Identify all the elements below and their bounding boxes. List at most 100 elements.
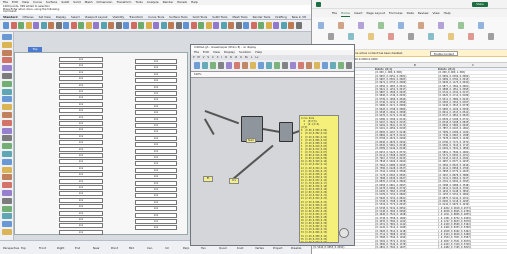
toolbar-tool-icon[interactable] [243, 22, 249, 29]
viewport-object-right[interactable]: xxx [135, 148, 177, 154]
status-item[interactable]: End [75, 246, 80, 250]
gh-component-icon[interactable] [282, 62, 288, 69]
sidebar-tool-icon[interactable] [2, 135, 12, 142]
rhino-tab[interactable]: Display [56, 15, 66, 19]
status-item[interactable]: Int [165, 246, 169, 250]
table-cell[interactable]: {0.5444,0.6653,0.0491} [313, 246, 374, 249]
viewport-object-left[interactable]: xxx [59, 76, 103, 82]
ribbon-command-icon[interactable] [428, 33, 434, 40]
viewport-object-left[interactable]: xxx [59, 57, 103, 62]
viewport-object-right[interactable]: xxx [135, 174, 177, 180]
sidebar-tool-icon[interactable] [2, 119, 12, 126]
viewport-object-right[interactable]: xxx [135, 59, 177, 64]
viewport-object-left[interactable]: xxx [59, 159, 103, 165]
rhino-command-history[interactable]: 1000 points, 999 added to selection Pres… [0, 5, 318, 14]
viewport-object-right[interactable]: xxx [135, 71, 177, 77]
gh-panel-output[interactable]: Curve Data 0 {0;0;0} 1 {0.1;0.0} {0;0} 0 {… [299, 115, 339, 243]
sidebar-tool-icon[interactable] [2, 151, 12, 157]
viewport-object-right[interactable]: xxx [135, 123, 177, 128]
ribbon-command-icon[interactable] [318, 22, 324, 29]
toolbar-tool-icon[interactable] [168, 22, 174, 29]
gh-component-icon[interactable] [274, 62, 280, 69]
sidebar-tool-icon[interactable] [2, 221, 12, 228]
viewport-object-right[interactable]: xxx [135, 103, 177, 109]
toolbar-tool-icon[interactable] [213, 22, 219, 29]
status-item[interactable]: Perp [183, 246, 189, 250]
sidebar-tool-icon[interactable] [2, 73, 12, 79]
viewport-object-right[interactable]: xxx [135, 116, 177, 122]
ribbon-command-icon[interactable] [448, 33, 454, 40]
gh-component-icon[interactable] [250, 62, 256, 69]
viewport-object-left[interactable]: xxx [59, 121, 103, 126]
viewport-object-left[interactable]: xxx [59, 204, 103, 210]
toolbar-tool-icon[interactable] [138, 22, 144, 29]
viewport-object-left[interactable]: xxx [59, 185, 103, 190]
ribbon-tab[interactable]: Data [407, 9, 414, 17]
toolbar-tool-icon[interactable] [228, 22, 234, 29]
rhino-tab[interactable]: Solid Tools [193, 15, 208, 19]
sidebar-tool-icon[interactable] [2, 65, 12, 72]
ribbon-command-icon[interactable] [358, 22, 364, 29]
enable-content-button[interactable]: Enable Content [430, 51, 458, 56]
viewport-object-left[interactable]: xxx [59, 82, 103, 88]
status-item[interactable]: Near [93, 246, 100, 250]
sidebar-tool-icon[interactable] [2, 158, 12, 165]
viewport-object-right[interactable]: xxx [135, 199, 177, 205]
viewport-object-right[interactable]: xxx [135, 78, 177, 84]
viewport-object-right[interactable]: xxx [135, 135, 177, 141]
rhino-tab[interactable]: Visibility [112, 15, 124, 19]
viewport-object-left[interactable]: xxx [59, 101, 103, 107]
sidebar-tool-icon[interactable] [2, 213, 12, 220]
sidebar-tool-icon[interactable] [2, 57, 12, 64]
viewport-object-right[interactable]: xxx [135, 97, 177, 103]
viewport-object-left[interactable]: xxx [59, 127, 103, 133]
toolbar-tool-icon[interactable] [273, 22, 279, 29]
rhino-tab[interactable]: Set View [39, 15, 51, 19]
status-item[interactable]: Knot [237, 246, 243, 250]
status-item[interactable]: Vertex [255, 246, 264, 250]
viewport-object-right[interactable]: xxx [135, 219, 177, 224]
rhino-tab[interactable]: Mesh Tools [232, 15, 247, 19]
toolbar-tool-icon[interactable] [160, 22, 167, 29]
gh-component-icon[interactable] [306, 62, 312, 69]
sidebar-tool-icon[interactable] [2, 174, 12, 181]
ribbon-command-icon[interactable] [408, 33, 414, 40]
status-item[interactable]: Cen [147, 246, 152, 250]
viewport-object-left[interactable]: xxx [59, 223, 103, 229]
toolbar-tool-icon[interactable] [205, 22, 212, 29]
toolbar-tool-icon[interactable] [63, 22, 69, 29]
ribbon-command-icon[interactable] [378, 22, 384, 29]
ribbon-command-icon[interactable] [328, 33, 334, 40]
ribbon-command-icon[interactable] [478, 22, 484, 29]
toolbar-tool-icon[interactable] [220, 22, 227, 29]
rhino-tab[interactable]: Transform [129, 15, 143, 19]
toolbar-tool-icon[interactable] [190, 22, 197, 29]
gh-component-icon[interactable] [266, 62, 272, 69]
sidebar-tool-icon[interactable] [2, 166, 12, 173]
viewport-object-left[interactable]: xxx [59, 146, 103, 152]
gh-component-icon[interactable] [322, 62, 328, 69]
viewport-object-right[interactable]: xxx [135, 129, 177, 135]
rhino-tab[interactable]: Select [71, 15, 80, 19]
ribbon-tab[interactable]: Help [444, 9, 451, 17]
viewport-object-left[interactable]: xxx [59, 197, 103, 203]
viewport-object-right[interactable]: xxx [135, 225, 177, 231]
toolbar-tool-icon[interactable] [33, 22, 39, 29]
viewport-object-left[interactable]: xxx [59, 69, 103, 75]
viewport-object-right[interactable]: xxx [135, 142, 177, 148]
ribbon-command-icon[interactable] [458, 22, 464, 29]
toolbar-tool-icon[interactable] [235, 22, 242, 29]
gh-component-icon[interactable] [330, 62, 336, 69]
gh-component-icon[interactable] [210, 62, 216, 69]
toolbar-tool-icon[interactable] [295, 22, 302, 29]
status-item[interactable]: Point [111, 246, 118, 250]
rhino-tab[interactable]: Viewport Layout [85, 15, 108, 19]
toolbar-tool-icon[interactable] [115, 22, 122, 29]
status-item[interactable]: Perspective [3, 246, 19, 250]
ribbon-command-icon[interactable] [368, 33, 374, 40]
status-item[interactable]: Project [273, 246, 283, 250]
toolbar-tool-icon[interactable] [78, 22, 84, 29]
rhino-tab[interactable]: Render Tools [253, 15, 271, 19]
toolbar-tool-icon[interactable] [3, 22, 9, 29]
toolbar-tool-icon[interactable] [130, 22, 137, 29]
